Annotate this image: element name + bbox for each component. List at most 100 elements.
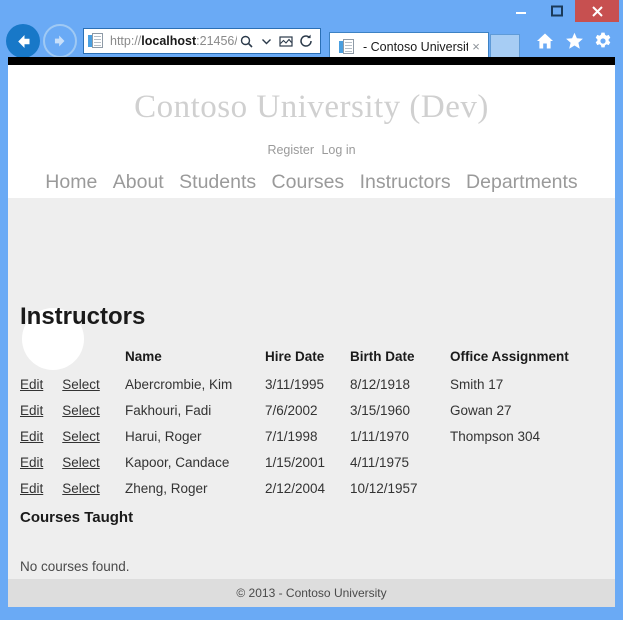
browser-toolbar: http://localhost:21456/Instruc [0, 22, 623, 60]
table-body: Edit Select Abercrombie, Kim 3/11/1995 8/… [20, 372, 610, 502]
url-scheme: http:// [110, 34, 142, 48]
gear-icon[interactable] [593, 31, 613, 51]
table-row: Edit Select Kapoor, Candace 1/15/2001 4/1… [20, 450, 610, 476]
window-bottom-strip [8, 607, 615, 612]
row-actions: Edit Select [20, 476, 125, 502]
cell-birth-date: 1/11/1970 [350, 429, 410, 444]
compatibility-view-icon[interactable] [277, 31, 295, 51]
home-icon[interactable] [535, 31, 555, 51]
column-header-birth-date: Birth Date [350, 349, 415, 364]
cell-birth-date: 10/12/1957 [350, 481, 418, 496]
select-link[interactable]: Select [62, 455, 100, 470]
cell-hire-date: 7/6/2002 [265, 403, 318, 418]
back-button[interactable] [6, 24, 40, 58]
address-bar[interactable]: http://localhost:21456/Instruc [83, 28, 321, 54]
cell-name: Harui, Roger [125, 429, 202, 444]
select-link[interactable]: Select [62, 377, 100, 392]
row-actions: Edit Select [20, 372, 125, 398]
nav-item-about[interactable]: About [113, 171, 164, 193]
window-controls [503, 0, 619, 22]
cell-name: Abercrombie, Kim [125, 377, 233, 392]
auth-links: Register Log in [8, 143, 615, 157]
address-bar-icons [237, 31, 318, 51]
cell-office [450, 476, 610, 502]
row-actions: Edit Select [20, 424, 125, 450]
cell-hire-date: 2/12/2004 [265, 481, 326, 496]
courses-empty-message: No courses found. [20, 559, 130, 574]
tab-close-icon[interactable]: × [468, 39, 484, 55]
edit-link[interactable]: Edit [20, 481, 43, 496]
cell-birth-date: 8/12/1918 [350, 377, 411, 392]
table-header-row: Name Hire Date Birth Date Office Assignm… [20, 347, 610, 372]
footer-copyright: © 2013 - Contoso University [236, 586, 387, 600]
title-bar [0, 0, 623, 22]
cell-office: Smith 17 [450, 377, 504, 392]
edit-link[interactable]: Edit [20, 403, 43, 418]
cell-hire-date: 7/1/1998 [265, 429, 318, 444]
column-header-actions [20, 347, 125, 372]
table-row: Edit Select Abercrombie, Kim 3/11/1995 8/… [20, 372, 610, 398]
url-host: localhost [141, 34, 197, 48]
forward-button[interactable] [43, 24, 77, 58]
maximize-button[interactable] [539, 0, 575, 22]
page-title: Instructors [20, 303, 146, 330]
cell-name: Zheng, Roger [125, 481, 208, 496]
cell-hire-date: 3/11/1995 [265, 377, 325, 392]
nav-item-instructors[interactable]: Instructors [360, 171, 451, 193]
url-path: :21456/Instruc [196, 34, 237, 48]
table-row: Edit Select Zheng, Roger 2/12/2004 10/12/… [20, 476, 610, 502]
cell-hire-date: 1/15/2001 [265, 455, 326, 470]
table-row: Edit Select Harui, Roger 7/1/1998 1/11/19… [20, 424, 610, 450]
page-icon [87, 31, 107, 51]
tab-strip: - Contoso University × [329, 22, 520, 60]
arrow-right-icon [54, 35, 65, 47]
main-nav: Home About Students Courses Instructors … [8, 171, 615, 194]
cell-office: Thompson 304 [450, 429, 541, 444]
nav-item-students[interactable]: Students [179, 171, 256, 193]
table-header: Name Hire Date Birth Date Office Assignm… [20, 347, 610, 372]
site-brand[interactable]: Contoso University (Dev) [8, 65, 615, 124]
login-link[interactable]: Log in [321, 143, 355, 157]
edit-link[interactable]: Edit [20, 429, 43, 444]
search-icon[interactable] [237, 31, 255, 51]
courses-taught-title: Courses Taught [20, 509, 134, 526]
select-link[interactable]: Select [62, 403, 100, 418]
instructors-table: Name Hire Date Birth Date Office Assignm… [20, 347, 610, 502]
page-content: Instructors Name Hire Date Birth Date Of… [8, 198, 615, 579]
cell-birth-date: 4/11/1975 [350, 455, 410, 470]
cell-office: Gowan 27 [450, 403, 512, 418]
select-link[interactable]: Select [62, 481, 100, 496]
edit-link[interactable]: Edit [20, 455, 43, 470]
browser-window: http://localhost:21456/Instruc [0, 0, 623, 620]
column-header-office-assignment: Office Assignment [450, 349, 569, 364]
minimize-button[interactable] [503, 0, 539, 22]
row-actions: Edit Select [20, 398, 125, 424]
site-header: Contoso University (Dev) Register Log in… [8, 65, 615, 198]
site-footer: © 2013 - Contoso University [8, 579, 615, 607]
table-row: Edit Select Fakhouri, Fadi 7/6/2002 3/15/… [20, 398, 610, 424]
column-header-hire-date: Hire Date [265, 349, 325, 364]
nav-item-courses[interactable]: Courses [272, 171, 345, 193]
close-button[interactable] [575, 0, 619, 22]
browser-tab[interactable]: - Contoso University × [329, 32, 489, 60]
cell-birth-date: 3/15/1960 [350, 403, 411, 418]
address-url: http://localhost:21456/Instruc [110, 29, 237, 53]
tab-favicon-icon [338, 37, 358, 57]
select-link[interactable]: Select [62, 429, 100, 444]
refresh-icon[interactable] [297, 31, 315, 51]
browser-tool-icons [520, 31, 623, 51]
row-actions: Edit Select [20, 450, 125, 476]
chevron-down-icon[interactable] [257, 31, 275, 51]
cell-name: Kapoor, Candace [125, 455, 230, 470]
star-icon[interactable] [564, 31, 584, 51]
cell-name: Fakhouri, Fadi [125, 403, 212, 418]
column-header-name: Name [125, 349, 162, 364]
tab-title: - Contoso University [363, 39, 468, 54]
page-viewport: Contoso University (Dev) Register Log in… [8, 57, 615, 607]
edit-link[interactable]: Edit [20, 377, 43, 392]
page-top-bar [8, 57, 615, 65]
nav-item-home[interactable]: Home [45, 171, 97, 193]
cell-office [450, 450, 610, 476]
register-link[interactable]: Register [267, 143, 314, 157]
nav-item-departments[interactable]: Departments [466, 171, 578, 193]
